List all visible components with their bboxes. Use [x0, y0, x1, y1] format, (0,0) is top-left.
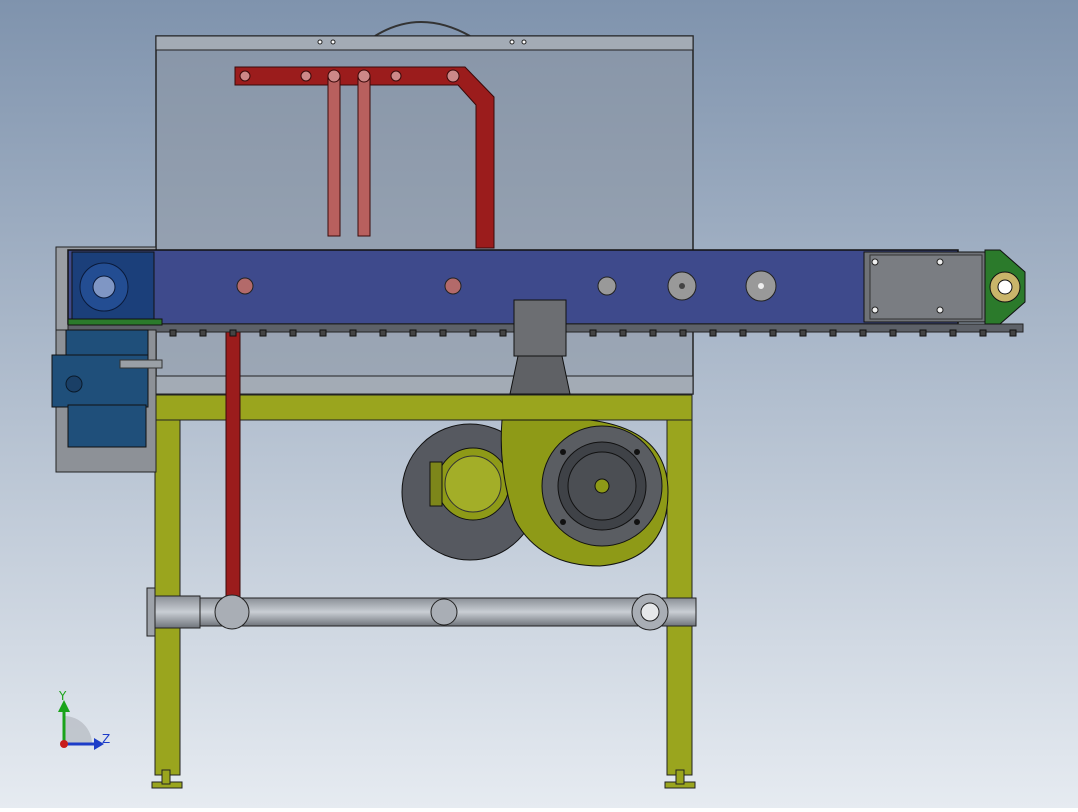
- discharge-chute[interactable]: [509, 299, 571, 395]
- plate-bolt: [936, 258, 944, 266]
- chain-link: [319, 329, 327, 337]
- motor-fan-cover: [67, 404, 147, 448]
- y-axis-label: Y: [58, 689, 67, 703]
- chain-link: [829, 329, 837, 337]
- fan-inlet-flange: [429, 461, 443, 507]
- fan-inlet-inner: [444, 455, 502, 513]
- blower-fan[interactable]: [401, 419, 669, 567]
- z-axis-label: Z: [102, 732, 110, 746]
- spray-nozzle-pipe: [327, 75, 341, 237]
- chain-link: [229, 329, 237, 337]
- conveyor-roller: [597, 276, 617, 296]
- bearing-core: [997, 279, 1013, 295]
- chain-link: [679, 329, 687, 337]
- frame-leg-left: [154, 394, 181, 776]
- cad-model-view[interactable]: Y Z: [0, 0, 1078, 808]
- pipe-inlet-flange: [146, 587, 156, 637]
- rim-bolt: [330, 39, 336, 45]
- conveyor-roller: [444, 277, 462, 295]
- chute-upper: [513, 299, 567, 357]
- pipe-inlet: [154, 595, 201, 629]
- spray-nozzle-pipe: [357, 75, 371, 237]
- pipe-flange-bore: [640, 602, 660, 622]
- fan-shaft: [594, 478, 610, 494]
- manifold-port: [327, 69, 341, 83]
- foot-stem-right: [675, 769, 685, 785]
- flange-bolt: [634, 519, 640, 525]
- chain-link: [499, 329, 507, 337]
- rim-bolt: [521, 39, 527, 45]
- chain-link: [889, 329, 897, 337]
- motor-shaft: [119, 359, 163, 369]
- bearing-base-strip: [67, 318, 163, 326]
- chain-link: [979, 329, 987, 337]
- chain-link: [739, 329, 747, 337]
- tensioner-plate-inner: [869, 254, 983, 320]
- x-axis-origin: [60, 740, 68, 748]
- flange-bolt: [560, 519, 566, 525]
- chain-link: [409, 329, 417, 337]
- conveyor-frame: [67, 249, 959, 325]
- manifold-port: [239, 70, 251, 82]
- drive-motor[interactable]: [51, 329, 163, 473]
- chain-link: [649, 329, 657, 337]
- graphics-viewport[interactable]: Y Z: [0, 0, 1078, 808]
- rim-bolt: [317, 39, 323, 45]
- conveyor-roller: [236, 277, 254, 295]
- chain-link: [919, 329, 927, 337]
- flange-bolt: [634, 449, 640, 455]
- chain-link: [619, 329, 627, 337]
- manifold-port: [357, 69, 371, 83]
- chain-link: [469, 329, 477, 337]
- plate-bolt: [871, 258, 879, 266]
- roller-hub: [758, 283, 764, 289]
- manifold-port: [300, 70, 312, 82]
- chain-link: [199, 329, 207, 337]
- chain-link: [859, 329, 867, 337]
- chain-link: [1009, 329, 1017, 337]
- rim-bolt: [509, 39, 515, 45]
- roller-hub: [679, 283, 685, 289]
- flange-bearing-core: [92, 275, 116, 299]
- manifold-port: [446, 69, 460, 83]
- frame-leg-right: [666, 394, 693, 776]
- chain-link: [949, 329, 957, 337]
- pipe-flange: [214, 594, 250, 630]
- chain-link: [259, 329, 267, 337]
- foot-stem-left: [161, 769, 171, 785]
- pipe-flange: [430, 598, 458, 626]
- flange-bolt: [560, 449, 566, 455]
- plate-bolt: [871, 306, 879, 314]
- chain-link: [379, 329, 387, 337]
- chute-lower: [509, 355, 571, 395]
- chain-link: [439, 329, 447, 337]
- manifold-port: [390, 70, 402, 82]
- plate-bolt: [936, 306, 944, 314]
- chain-link: [289, 329, 297, 337]
- chain-link: [589, 329, 597, 337]
- chain-link: [769, 329, 777, 337]
- chain-link: [349, 329, 357, 337]
- chain-link: [709, 329, 717, 337]
- hood-top-rim: [155, 35, 694, 51]
- chain-link: [799, 329, 807, 337]
- motor-terminal: [65, 375, 83, 393]
- drain-pipe-vertical: [225, 321, 241, 601]
- chain-link: [169, 329, 177, 337]
